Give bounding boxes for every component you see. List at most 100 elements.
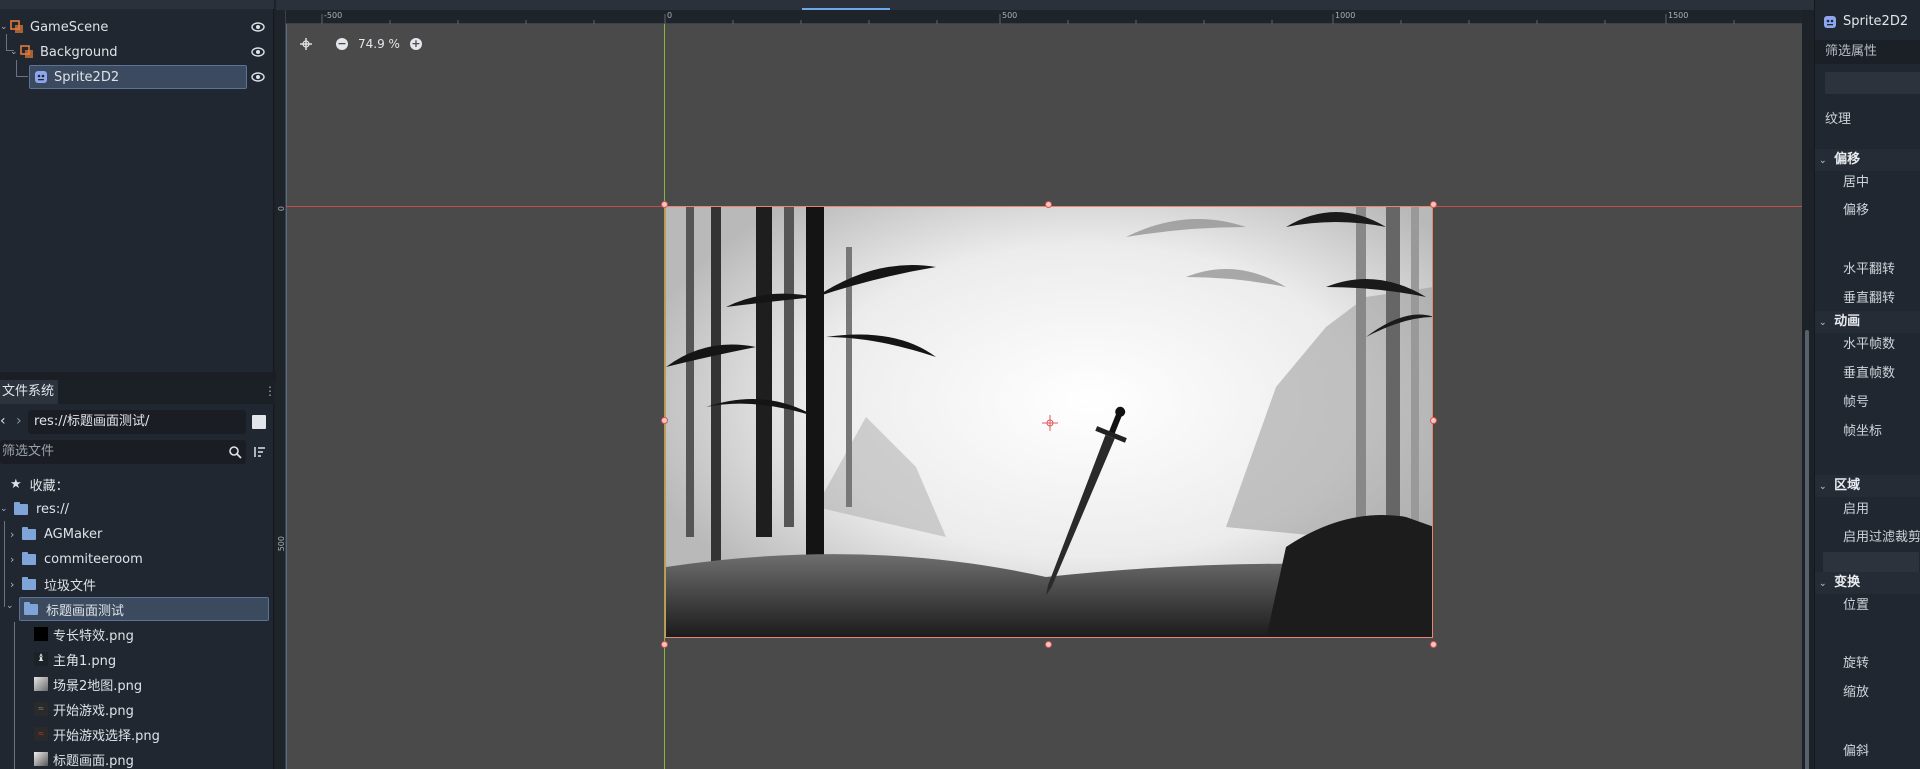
forward-arrow-icon[interactable]: ›: [16, 413, 22, 429]
chevron-down-icon[interactable]: ⌄: [0, 22, 10, 32]
chevron-down-icon[interactable]: ⌄: [10, 47, 20, 57]
image-thumbnail-icon: [34, 677, 48, 691]
prop-offset[interactable]: 偏移: [1815, 199, 1920, 223]
prop-frame[interactable]: 帧号: [1815, 391, 1920, 415]
file-item[interactable]: ≈ 开始游戏选择.png: [34, 722, 160, 746]
sprite2d-image[interactable]: [665, 206, 1433, 638]
tree-guide: [4, 521, 5, 607]
resize-handle[interactable]: [661, 641, 668, 648]
property-field[interactable]: [1823, 552, 1919, 572]
dock-splitter[interactable]: [0, 372, 276, 380]
vertical-scrollbar[interactable]: [1802, 10, 1814, 769]
folder-item-selected[interactable]: 标题画面测试: [19, 597, 269, 621]
folder-icon: [22, 526, 36, 540]
prop-skew[interactable]: 偏斜: [1815, 740, 1920, 764]
favorites-label: 收藏：: [29, 478, 69, 494]
chevron-right-icon[interactable]: ›: [10, 528, 20, 541]
tab-filesystem[interactable]: 文件系统: [0, 380, 58, 404]
ruler-label: 1000: [1335, 11, 1356, 20]
prop-region-filter-clip[interactable]: 启用过滤裁剪: [1815, 526, 1920, 550]
left-dock: ⌄ GameScene ⌄ Background Sprite2D2 文件系统 …: [0, 0, 276, 769]
resize-handle[interactable]: [1045, 201, 1052, 208]
image-thumbnail-icon: ≈: [34, 727, 48, 741]
file-item[interactable]: 场景2地图.png: [34, 672, 142, 696]
back-arrow-icon[interactable]: ‹: [0, 413, 6, 429]
tree-node-background[interactable]: ⌄ Background: [10, 40, 270, 64]
favorites-item[interactable]: ★ 收藏：: [10, 472, 69, 496]
visibility-eye-icon[interactable]: [251, 70, 265, 84]
folder-item[interactable]: › 垃圾文件: [10, 572, 96, 596]
filter-properties-input[interactable]: 筛选属性: [1815, 40, 1920, 64]
file-label: 开始游戏.png: [53, 703, 134, 719]
resize-handle[interactable]: [661, 417, 668, 424]
resize-handle[interactable]: [1430, 417, 1437, 424]
path-field[interactable]: res://标题画面测试/: [28, 410, 246, 434]
prop-hframes[interactable]: 水平帧数: [1815, 333, 1920, 357]
file-label: 专长特效.png: [53, 628, 134, 644]
more-options-icon[interactable]: ⋮: [264, 384, 276, 398]
section-offset[interactable]: ⌄ 偏移: [1815, 149, 1920, 171]
split-view-icon[interactable]: [252, 415, 266, 429]
prop-position[interactable]: 位置: [1815, 594, 1920, 618]
chevron-right-icon[interactable]: ›: [10, 553, 20, 566]
resize-handle[interactable]: [1430, 201, 1437, 208]
inspector-panel: Sprite2D2 筛选属性 纹理 ⌄ 偏移 居中 偏移 水平翻转 垂直翻转 ⌄…: [1814, 0, 1920, 769]
scene-tree-panel: ⌄ GameScene ⌄ Background Sprite2D2: [0, 0, 274, 372]
horizontal-ruler: -500 0 500 1000 1500: [286, 10, 1802, 24]
resize-handle[interactable]: [1045, 641, 1052, 648]
section-label: 动画: [1834, 314, 1861, 329]
folder-icon: [24, 601, 38, 615]
folder-item[interactable]: › AGMaker: [10, 522, 102, 546]
prop-vframes[interactable]: 垂直帧数: [1815, 362, 1920, 386]
file-item[interactable]: ♝ 主角1.png: [34, 647, 116, 671]
chevron-down-icon[interactable]: ⌄: [6, 601, 14, 611]
folder-root[interactable]: ⌄ res://: [0, 497, 69, 521]
file-item[interactable]: ≈ 开始游戏.png: [34, 697, 134, 721]
folder-item[interactable]: › commiteeroom: [10, 547, 143, 571]
zoom-controls: − 74.9 % +: [300, 34, 422, 54]
folder-label: commiteeroom: [44, 551, 143, 567]
folder-label: 标题画面测试: [46, 603, 125, 619]
ink-bamboo-sword-artwork: [666, 207, 1432, 637]
tree-node-gamescene[interactable]: ⌄ GameScene: [0, 15, 270, 39]
filter-files-input[interactable]: 筛选文件: [0, 440, 246, 464]
file-label: 场景2地图.png: [53, 678, 143, 694]
property-field[interactable]: [1825, 72, 1920, 94]
chevron-right-icon[interactable]: ›: [10, 578, 20, 591]
prop-rotation[interactable]: 旋转: [1815, 652, 1920, 676]
sprite2d-icon: [35, 71, 47, 83]
visibility-eye-icon[interactable]: [251, 45, 265, 59]
zoom-in-icon[interactable]: +: [409, 38, 422, 50]
section-animation[interactable]: ⌄ 动画: [1815, 311, 1920, 333]
file-item[interactable]: 标题画面.png: [34, 747, 134, 769]
inspector-header: Sprite2D2: [1815, 10, 1920, 34]
scrollbar-thumb[interactable]: [1805, 330, 1809, 769]
center-view-icon[interactable]: [300, 38, 312, 50]
2d-canvas[interactable]: − 74.9 % +: [286, 24, 1802, 769]
folder-label: res://: [36, 501, 69, 517]
search-icon: [229, 446, 242, 459]
prop-scale[interactable]: 缩放: [1815, 681, 1920, 705]
section-region[interactable]: ⌄ 区域: [1815, 475, 1920, 497]
zoom-out-icon[interactable]: −: [336, 38, 348, 50]
sort-icon[interactable]: [252, 445, 266, 459]
scene-dock-toolbar: [0, 0, 274, 9]
folder-icon: [14, 501, 28, 515]
ruler-label: 1500: [1668, 11, 1689, 20]
visibility-eye-icon[interactable]: [251, 20, 265, 34]
prop-region-enabled[interactable]: 启用: [1815, 498, 1920, 522]
tree-node-sprite2d2[interactable]: Sprite2D2: [29, 65, 247, 89]
vertical-ruler: 0 500: [276, 10, 286, 769]
file-item[interactable]: 专长特效.png: [34, 622, 134, 646]
section-transform[interactable]: ⌄ 变换: [1815, 572, 1920, 594]
prop-frame-coords[interactable]: 帧坐标: [1815, 420, 1920, 444]
ruler-label: 0: [667, 11, 673, 20]
resize-handle[interactable]: [1430, 641, 1437, 648]
prop-flip-v[interactable]: 垂直翻转: [1815, 287, 1920, 311]
prop-flip-h[interactable]: 水平翻转: [1815, 258, 1920, 282]
resize-handle[interactable]: [661, 201, 668, 208]
zoom-level[interactable]: 74.9 %: [358, 37, 400, 51]
prop-centered[interactable]: 居中: [1815, 171, 1920, 195]
prop-texture[interactable]: 纹理: [1815, 108, 1920, 132]
chevron-down-icon[interactable]: ⌄: [0, 504, 10, 514]
